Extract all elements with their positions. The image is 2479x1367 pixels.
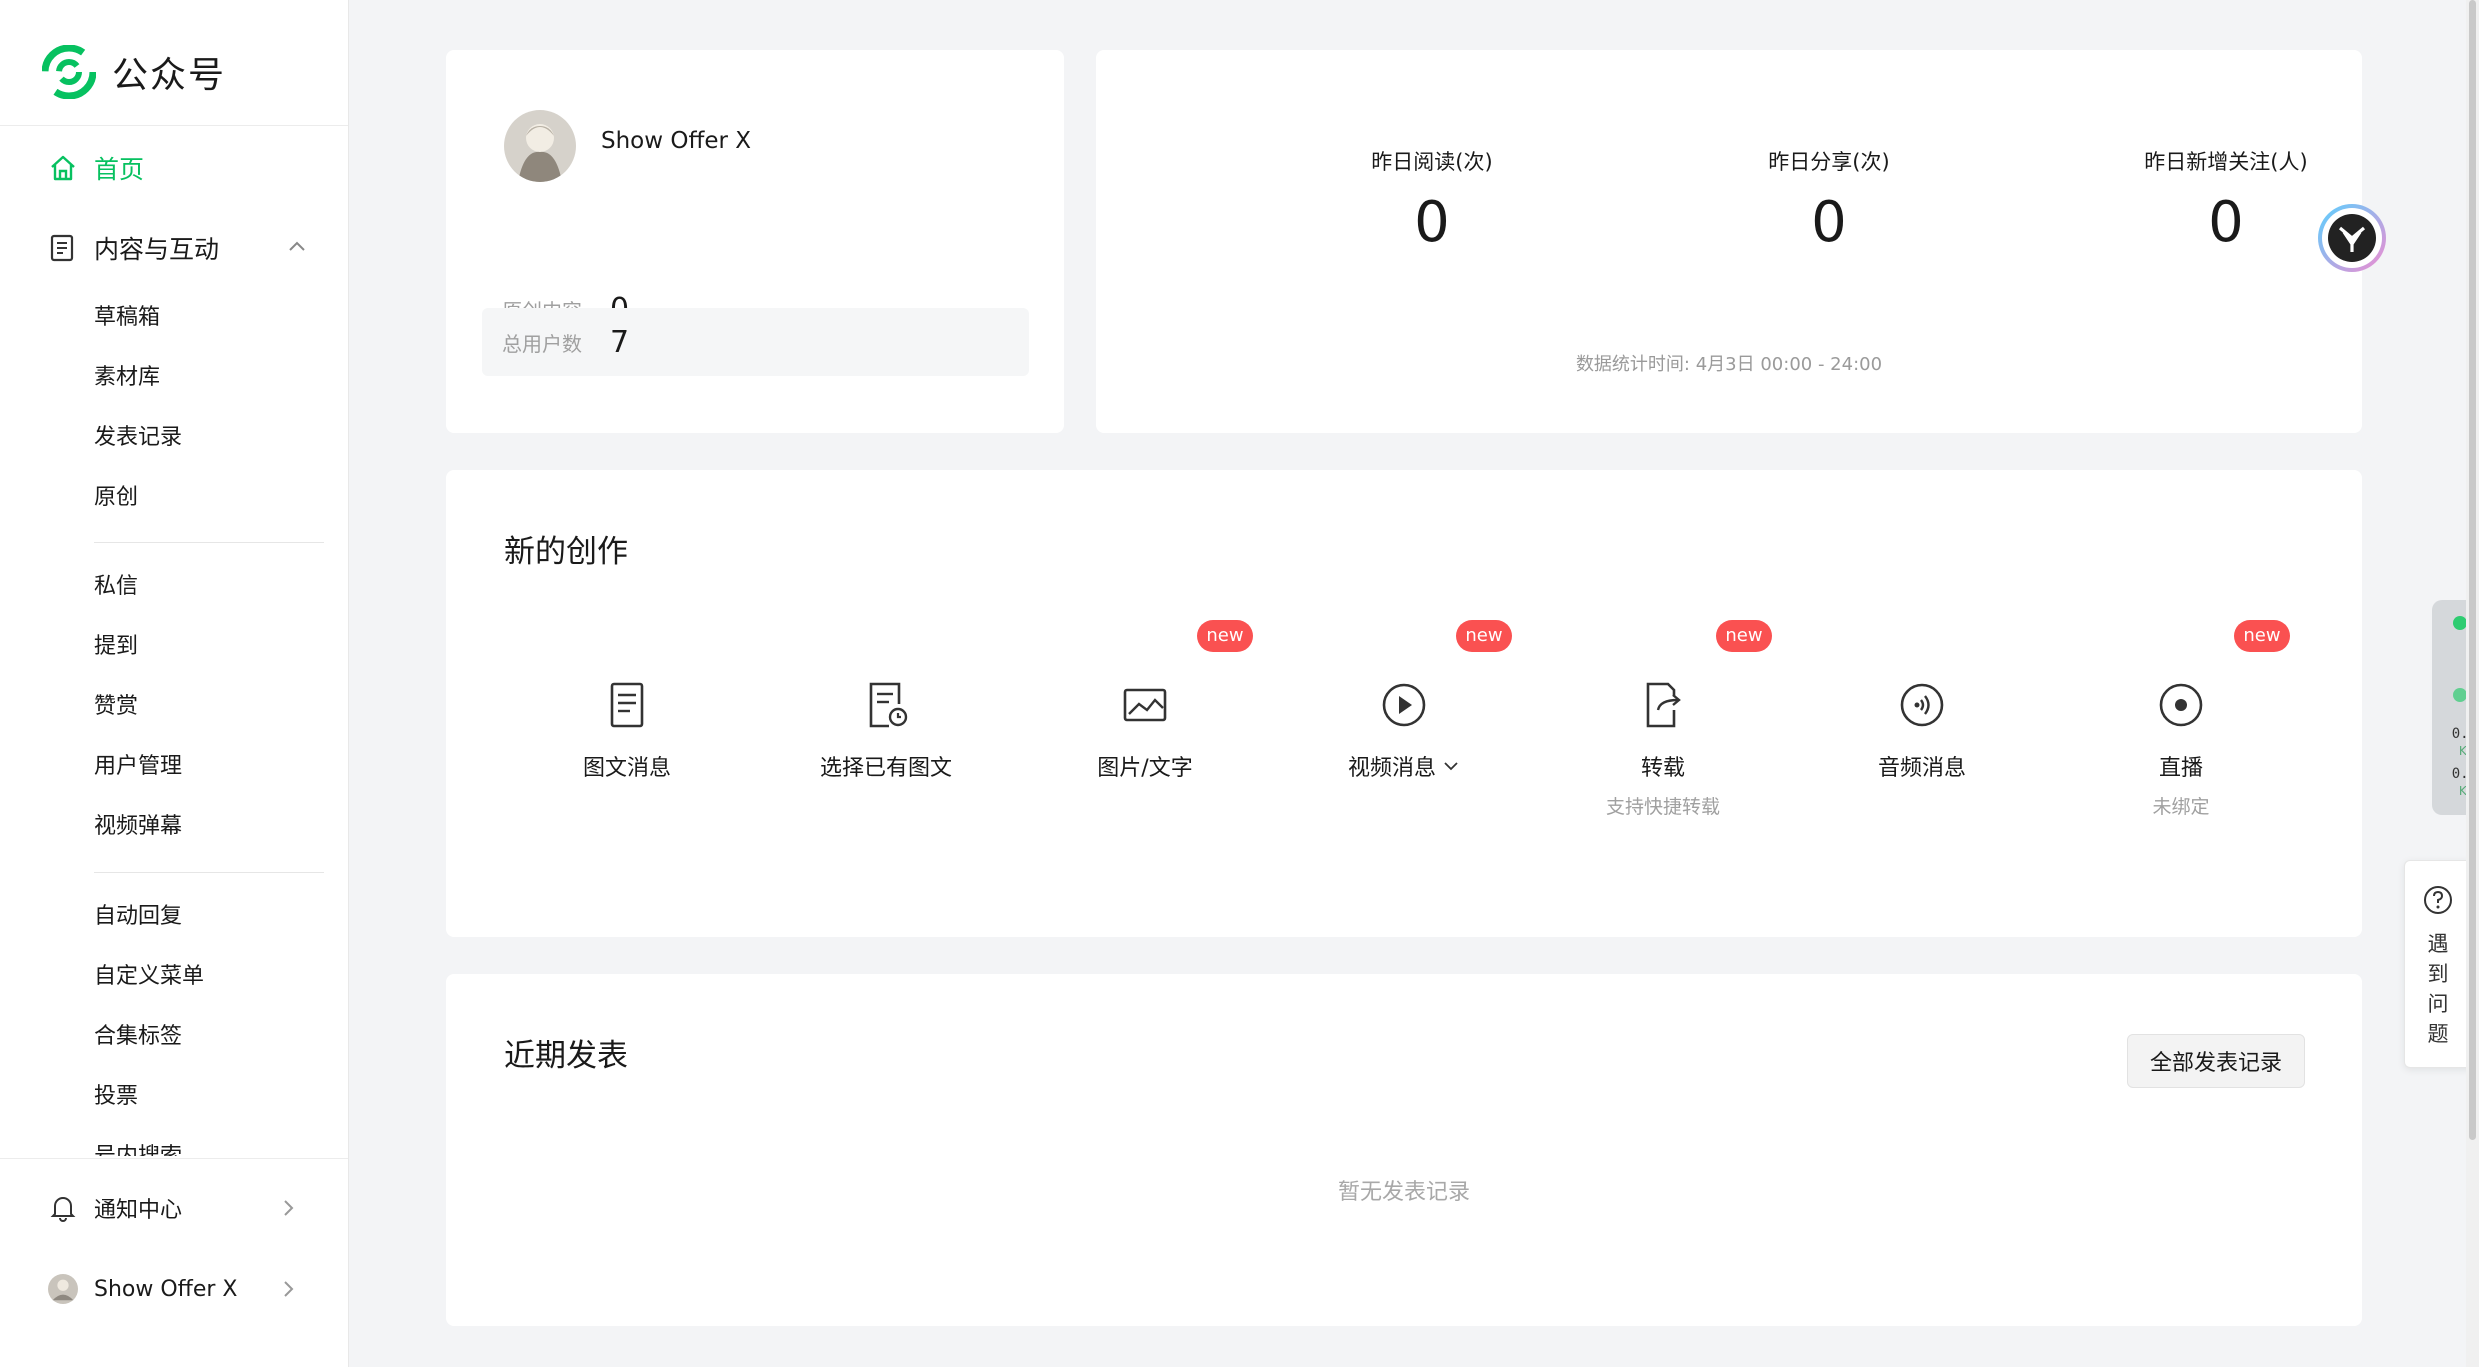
- all-publish-records-button[interactable]: 全部发表记录: [2127, 1034, 2305, 1088]
- profile-card: Show Offer X 原创内容 0 总用户数 7: [446, 50, 1064, 433]
- divider: [94, 872, 324, 873]
- new-badge: new: [1716, 620, 1772, 652]
- sidebar-item-drafts[interactable]: 草稿箱: [94, 303, 160, 333]
- tool-live[interactable]: 直播 未绑定: [2061, 680, 2301, 819]
- tool-label: 视频消息: [1284, 750, 1524, 782]
- sidebar-item-users[interactable]: 用户管理: [94, 752, 182, 782]
- home-icon: [51, 155, 75, 181]
- notification-center[interactable]: 通知中心: [48, 1186, 298, 1230]
- brand-name: 公众号: [112, 55, 227, 96]
- nav-group-label: 内容与互动: [94, 235, 220, 264]
- nav-home[interactable]: 首页: [48, 148, 144, 188]
- tool-sublabel: 未绑定: [2152, 796, 2210, 818]
- total-users-value: 7: [610, 324, 630, 360]
- help-char: 遇: [2427, 932, 2449, 956]
- help-label: 遇 到 问 题: [2405, 929, 2471, 1049]
- scrollbar[interactable]: [2466, 0, 2479, 1367]
- sidebar-item-materials[interactable]: 素材库: [94, 363, 160, 393]
- create-title: 新的创作: [504, 534, 628, 570]
- divider: [0, 1158, 348, 1159]
- metric-shares-label: 昨日分享(次): [1768, 150, 1890, 174]
- avatar: [48, 1274, 78, 1304]
- sidebar-item-original[interactable]: 原创: [94, 483, 138, 513]
- recent-title: 近期发表: [504, 1038, 628, 1074]
- sidebar: 公众号 首页 内容与互动 草稿箱 素材库 发表记录 原创 私信 提到 赞赏 用户…: [0, 0, 349, 1367]
- profile-name: Show Offer X: [601, 128, 751, 154]
- tool-image-text[interactable]: 图片/文字: [1025, 680, 1265, 782]
- notification-label: 通知中心: [94, 1198, 183, 1223]
- avatar[interactable]: [504, 110, 576, 182]
- tool-article[interactable]: 图文消息: [507, 680, 747, 782]
- metric-shares-value: 0: [1811, 190, 1847, 255]
- sidebar-item-publish-records[interactable]: 发表记录: [94, 423, 182, 453]
- new-badge: new: [2234, 620, 2290, 652]
- divider: [94, 542, 324, 543]
- select-article-icon: [869, 682, 908, 728]
- help-char: 题: [2427, 1022, 2449, 1046]
- sidebar-item-collections[interactable]: 合集标签: [94, 1022, 182, 1052]
- document-icon: [50, 234, 74, 262]
- nav-home-label: 首页: [94, 155, 145, 184]
- account-menu[interactable]: Show Offer X: [48, 1267, 298, 1311]
- image-text-icon: [1123, 688, 1167, 722]
- metric-reads-label: 昨日阅读(次): [1371, 150, 1493, 174]
- new-badge: new: [1197, 620, 1253, 652]
- wechat-official-logo-icon: [42, 45, 96, 99]
- tool-label: 图文消息: [582, 756, 671, 781]
- status-dot: [2453, 688, 2467, 702]
- scrollbar-thumb[interactable]: [2469, 0, 2476, 1140]
- audio-icon: [1900, 683, 1944, 727]
- brand[interactable]: 公众号: [42, 44, 226, 100]
- total-users-stat: 总用户数 7: [482, 308, 1029, 376]
- stats-time: 数据统计时间: 4月3日 00:00 - 24:00: [1575, 354, 1883, 375]
- metric-reads: 昨日阅读(次) 0: [1282, 146, 1582, 255]
- video-play-icon: [1382, 683, 1426, 727]
- sidebar-item-video-danmaku[interactable]: 视频弹幕: [94, 812, 182, 842]
- divider: [0, 125, 348, 126]
- new-badge: new: [1456, 620, 1512, 652]
- total-users-label: 总用户数: [502, 331, 582, 356]
- tool-sublabel: 支持快捷转载: [1605, 796, 1720, 818]
- bell-icon: [48, 1193, 78, 1223]
- tool-label-text: 视频消息: [1347, 756, 1436, 781]
- chevron-right-icon: [284, 1281, 294, 1297]
- help-button[interactable]: 遇 到 问 题: [2404, 860, 2472, 1068]
- stats-card: 昨日阅读(次) 0 昨日分享(次) 0 昨日新增关注(人) 0 数据统计时间: …: [1096, 50, 2362, 433]
- sidebar-item-custom-menu[interactable]: 自定义菜单: [94, 962, 204, 992]
- help-char: 到: [2427, 962, 2449, 986]
- sidebar-item-messages[interactable]: 私信: [94, 572, 138, 602]
- sidebar-item-search[interactable]: 号内搜索: [94, 1142, 182, 1156]
- metric-reads-value: 0: [1414, 190, 1450, 255]
- sidebar-item-mentions[interactable]: 提到: [94, 632, 138, 662]
- sidebar-item-vote[interactable]: 投票: [94, 1082, 138, 1112]
- status-dot: [2453, 616, 2467, 630]
- chevron-right-icon: [284, 1200, 294, 1216]
- tool-select-article[interactable]: 选择已有图文: [766, 680, 1006, 782]
- tool-audio[interactable]: 音频消息: [1802, 680, 2042, 782]
- recent-card: 近期发表 全部发表记录 暂无发表记录: [446, 974, 2362, 1326]
- tool-label: 图片/文字: [1097, 756, 1193, 781]
- create-card: 新的创作 new new new new 图文消息 选择已有图文 图片/文字 视…: [446, 470, 2362, 937]
- live-icon: [2159, 683, 2203, 727]
- tool-video[interactable]: 视频消息: [1284, 680, 1524, 782]
- article-icon: [610, 682, 644, 728]
- nav-group-content[interactable]: 内容与互动: [48, 228, 308, 268]
- sidebar-item-auto-reply[interactable]: 自动回复: [94, 902, 182, 932]
- tool-label: 直播: [2158, 756, 2203, 781]
- chevron-down-icon[interactable]: [1442, 757, 1460, 775]
- chevron-up-icon: [289, 241, 305, 251]
- metric-follows-label: 昨日新增关注(人): [2144, 150, 2308, 174]
- tool-label: 转载: [1640, 756, 1685, 781]
- assistant-logo-icon[interactable]: [2316, 202, 2388, 274]
- tool-repost[interactable]: 转载 支持快捷转载: [1543, 680, 1783, 819]
- question-icon: [2424, 886, 2452, 914]
- tool-label: 选择已有图文: [819, 756, 952, 781]
- repost-icon: [1646, 682, 1681, 728]
- empty-state: 暂无发表记录: [1337, 1180, 1470, 1205]
- account-name: Show Offer X: [94, 1276, 238, 1302]
- help-char: 问: [2427, 992, 2449, 1016]
- sidebar-item-rewards[interactable]: 赞赏: [94, 692, 138, 722]
- tool-label: 音频消息: [1877, 756, 1966, 781]
- metric-shares: 昨日分享(次) 0: [1679, 146, 1979, 255]
